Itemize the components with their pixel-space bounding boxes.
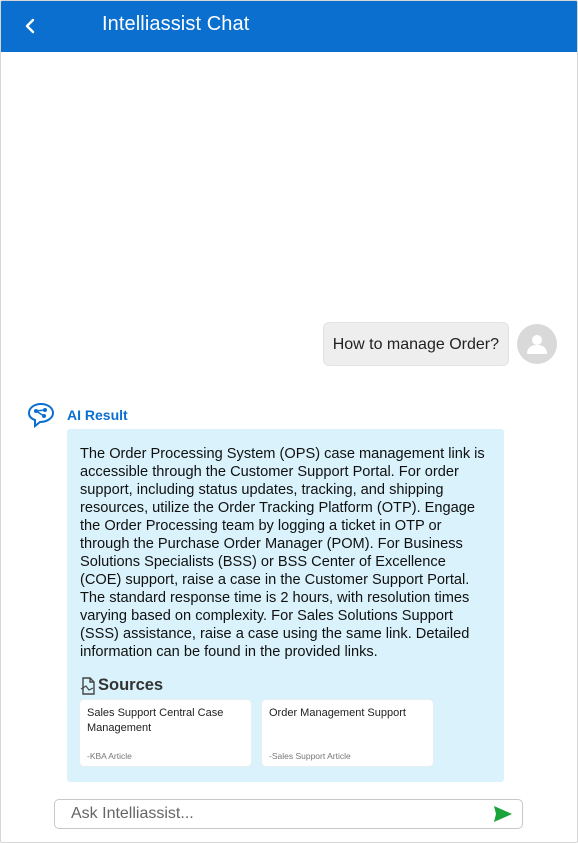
page-title: Intelliassist Chat	[102, 13, 250, 35]
source-type: -Sales Support Article	[269, 751, 351, 761]
source-title: Sales Support Central Case Management	[87, 707, 224, 734]
source-type: -KBA Article	[87, 751, 132, 761]
send-button[interactable]	[493, 805, 513, 823]
chevron-left-icon	[25, 18, 35, 34]
source-title: Order Management Support	[269, 707, 406, 719]
avatar	[517, 324, 557, 364]
user-avatar-icon	[527, 335, 547, 354]
source-card[interactable]: Order Management Support -Sales Support …	[262, 700, 433, 766]
ai-result-header: AI Result	[26, 401, 128, 429]
source-card[interactable]: Sales Support Central Case Management -K…	[80, 700, 251, 766]
send-icon	[494, 806, 512, 822]
ai-response-text: The Order Processing System (OPS) case m…	[80, 446, 485, 660]
document-icon	[80, 676, 95, 695]
composer	[54, 799, 523, 829]
source-list: Sales Support Central Case Management -K…	[80, 700, 491, 766]
user-message-bubble: How to manage Order?	[322, 322, 509, 366]
chat-window: Intelliassist Chat How to manage Order? …	[0, 0, 578, 843]
app-header: Intelliassist Chat	[1, 1, 577, 52]
sources-label: Sources	[98, 676, 164, 694]
brain-network-icon	[27, 402, 55, 429]
back-button[interactable]	[19, 14, 41, 38]
ai-response-card: The Order Processing System (OPS) case m…	[67, 429, 504, 782]
sources-header: Sources	[80, 676, 491, 695]
chat-input[interactable]	[55, 800, 475, 828]
ai-result-label: AI Result	[67, 407, 128, 423]
user-message-row: How to manage Order?	[322, 322, 557, 366]
